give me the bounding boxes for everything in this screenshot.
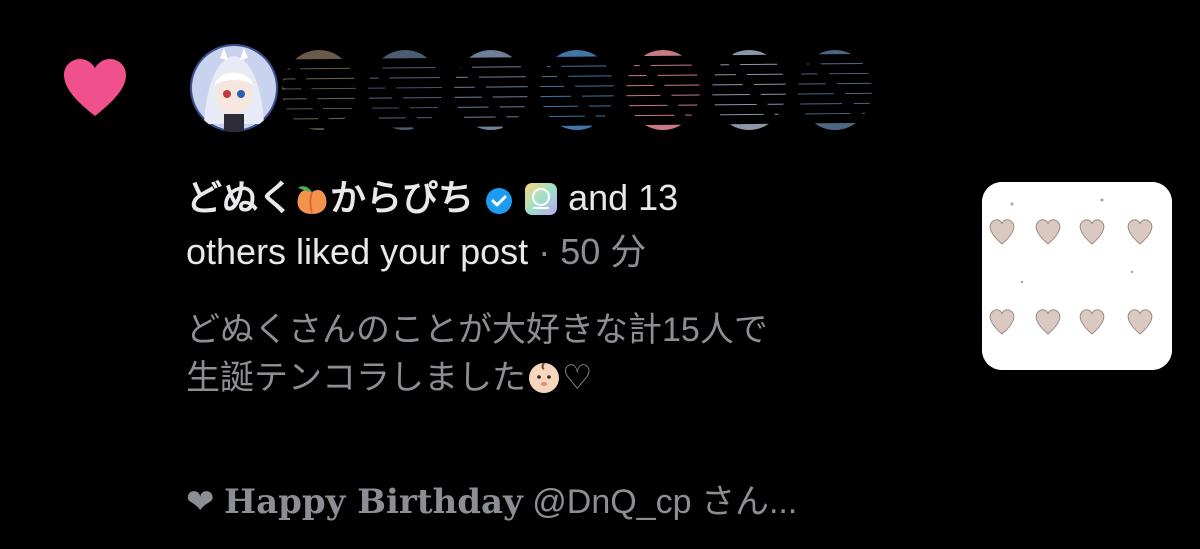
peach-icon xyxy=(294,180,330,228)
actor-name-2[interactable]: からぴち xyxy=(330,177,474,218)
reply-preview[interactable]: ❤ Happy Birthday @DnQ_cp さん... xyxy=(186,478,946,526)
media-thumbnail[interactable] xyxy=(982,182,1172,370)
baby-face-icon xyxy=(526,359,562,408)
post-line-2-wrap: 生誕テンコラしました ♡ xyxy=(186,354,946,408)
heart-icon xyxy=(64,59,126,116)
collage-image-icon xyxy=(982,182,1172,370)
time-separator: · xyxy=(538,231,551,272)
liker-count: and 13 xyxy=(568,177,679,218)
actor-name[interactable]: どぬく xyxy=(186,177,294,218)
verified-badge-icon xyxy=(484,180,514,228)
post-heart-glyph: ♡ xyxy=(562,359,593,397)
affiliate-badge-icon xyxy=(524,180,558,228)
reply-highlight: Happy Birthday xyxy=(223,482,523,522)
notification-text[interactable]: どぬく からぴち and 13 others liked your post ·… xyxy=(186,174,826,276)
post-line-1: どぬくさんのことが大好きな計15人で xyxy=(186,311,768,349)
post-preview[interactable]: どぬくさんのことが大好きな計15人で 生誕テンコラしました ♡ xyxy=(186,306,946,408)
liker-avatars xyxy=(190,44,920,136)
notification-action: others liked your post xyxy=(186,231,529,272)
reply-text: @DnQ_cp さん... xyxy=(532,483,798,521)
post-line-2: 生誕テンコラしました xyxy=(186,359,526,397)
timestamp: 50 分 xyxy=(560,231,647,272)
reply-heart-icon: ❤ xyxy=(186,483,215,521)
redaction-scribble xyxy=(277,53,915,135)
